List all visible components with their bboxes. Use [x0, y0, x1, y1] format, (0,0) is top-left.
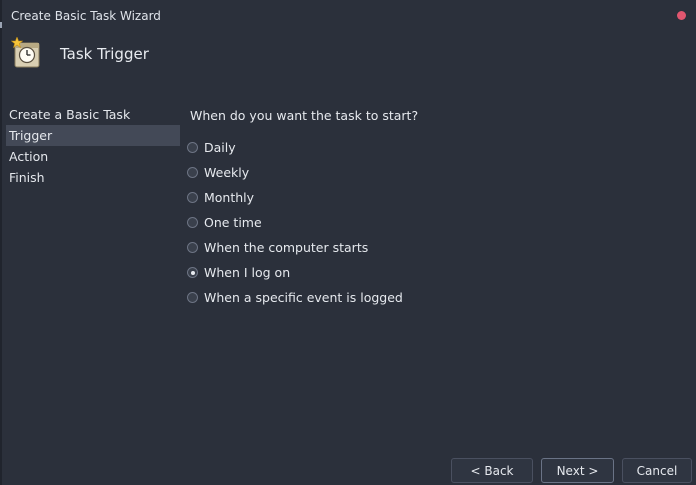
- radio-one-time[interactable]: [187, 217, 198, 228]
- radio-event-logged[interactable]: [187, 292, 198, 303]
- wizard-window: Create Basic Task Wizard Task Trigger Cr…: [0, 0, 696, 485]
- radio-daily[interactable]: [187, 142, 198, 153]
- scheduled-task-icon: [10, 36, 41, 72]
- window-title: Create Basic Task Wizard: [11, 9, 161, 23]
- option-label: When a specific event is logged: [204, 290, 403, 305]
- option-label: When I log on: [204, 265, 291, 280]
- cancel-button[interactable]: Cancel: [622, 458, 692, 483]
- next-button[interactable]: Next >: [541, 458, 614, 483]
- option-log-on[interactable]: When I log on: [187, 260, 507, 285]
- step-create-basic-task[interactable]: Create a Basic Task: [6, 104, 180, 125]
- step-trigger[interactable]: Trigger: [6, 125, 180, 146]
- trigger-question: When do you want the task to start?: [190, 108, 419, 123]
- option-label: One time: [204, 215, 262, 230]
- option-label: Daily: [204, 140, 236, 155]
- radio-weekly[interactable]: [187, 167, 198, 178]
- step-finish[interactable]: Finish: [6, 167, 180, 188]
- title-bar: Create Basic Task Wizard: [0, 0, 696, 32]
- option-one-time[interactable]: One time: [187, 210, 507, 235]
- radio-monthly[interactable]: [187, 192, 198, 203]
- radio-log-on[interactable]: [187, 267, 198, 278]
- back-button[interactable]: < Back: [451, 458, 533, 483]
- option-monthly[interactable]: Monthly: [187, 185, 507, 210]
- option-event-logged[interactable]: When a specific event is logged: [187, 285, 507, 310]
- option-label: Weekly: [204, 165, 250, 180]
- window-left-edge: [0, 0, 2, 485]
- option-label: When the computer starts: [204, 240, 369, 255]
- option-daily[interactable]: Daily: [187, 135, 507, 160]
- option-label: Monthly: [204, 190, 255, 205]
- step-action[interactable]: Action: [6, 146, 180, 167]
- option-weekly[interactable]: Weekly: [187, 160, 507, 185]
- radio-computer-starts[interactable]: [187, 242, 198, 253]
- trigger-options: Daily Weekly Monthly One time When the c…: [187, 135, 507, 310]
- trigger-panel: When do you want the task to start? Dail…: [187, 108, 419, 305]
- close-icon[interactable]: [677, 11, 686, 20]
- option-computer-starts[interactable]: When the computer starts: [187, 235, 507, 260]
- page-title: Task Trigger: [60, 45, 149, 63]
- wizard-steps: Create a Basic Task Trigger Action Finis…: [6, 104, 180, 188]
